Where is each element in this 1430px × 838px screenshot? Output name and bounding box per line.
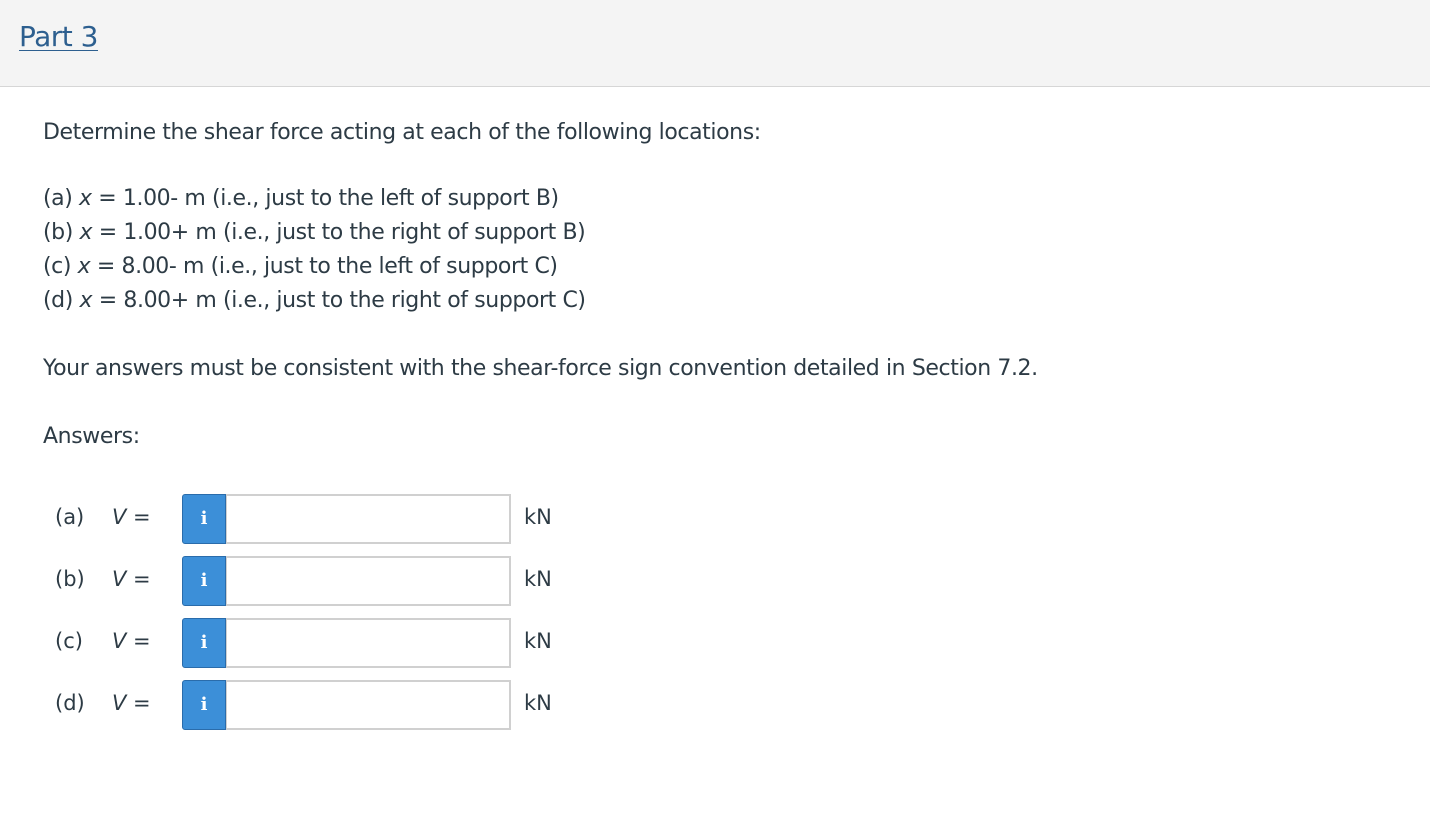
answer-label: (b) (55, 567, 85, 591)
info-icon: i (200, 570, 208, 591)
answer-input-b[interactable] (226, 556, 511, 606)
answer-variable: V = (112, 505, 151, 529)
answer-label: (c) (55, 629, 83, 653)
unit-label: kN (524, 505, 552, 529)
case-b: (b) x = 1.00+ m (i.e., just to the right… (43, 220, 586, 245)
part-header: Part 3 (0, 0, 1430, 87)
unit-label: kN (524, 567, 552, 591)
question-intro: Determine the shear force acting at each… (43, 120, 761, 145)
answer-label: (a) (55, 505, 85, 529)
question-content: Determine the shear force acting at each… (43, 116, 1038, 454)
answer-label: (d) (55, 691, 85, 715)
case-d: (d) x = 8.00+ m (i.e., just to the right… (43, 288, 586, 313)
case-a: (a) x = 1.00- m (i.e., just to the left … (43, 186, 559, 211)
case-c: (c) x = 8.00- m (i.e., just to the left … (43, 254, 558, 279)
unit-label: kN (524, 629, 552, 653)
answer-variable: V = (112, 629, 151, 653)
answer-variable: V = (112, 691, 151, 715)
case-list: (a) x = 1.00- m (i.e., just to the left … (43, 182, 1038, 318)
unit-label: kN (524, 691, 552, 715)
info-icon: i (200, 694, 208, 715)
answer-variable: V = (112, 567, 151, 591)
info-button[interactable]: i (182, 556, 226, 606)
info-button[interactable]: i (182, 618, 226, 668)
answer-input-a[interactable] (226, 494, 511, 544)
answer-input-d[interactable] (226, 680, 511, 730)
part-title-link[interactable]: Part 3 (19, 20, 99, 53)
answer-input-c[interactable] (226, 618, 511, 668)
info-button[interactable]: i (182, 494, 226, 544)
info-button[interactable]: i (182, 680, 226, 730)
sign-convention-note: Your answers must be consistent with the… (43, 356, 1038, 381)
info-icon: i (200, 632, 208, 653)
info-icon: i (200, 508, 208, 529)
answers-label: Answers: (43, 424, 140, 449)
